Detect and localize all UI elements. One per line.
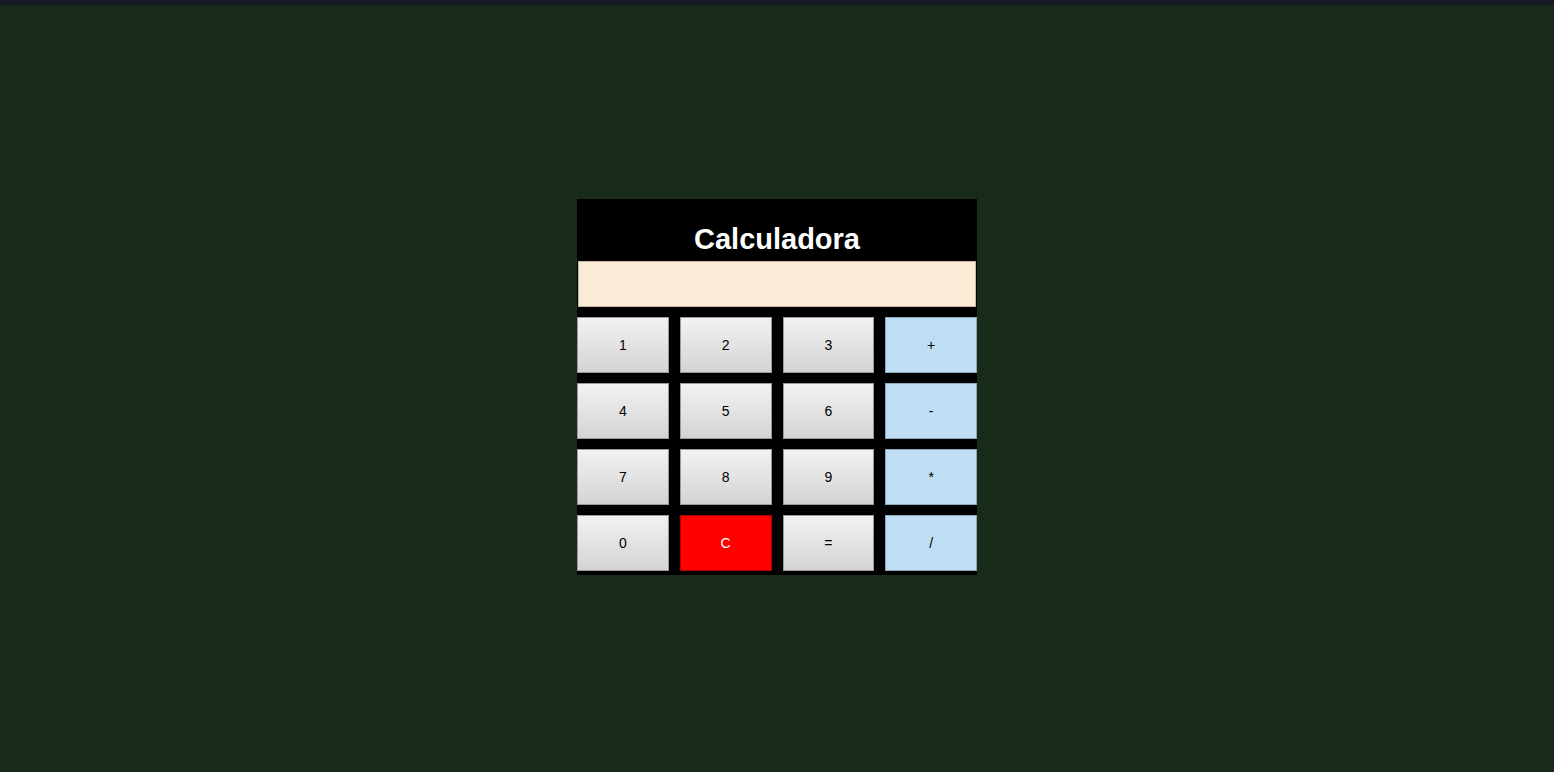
digit-key[interactable]: 4 [577, 383, 669, 439]
digit-key[interactable]: 2 [680, 317, 772, 373]
top-strip [0, 0, 1554, 5]
operator-key[interactable]: * [885, 449, 977, 505]
keypad: 123+456- 789* 0C=/ [577, 307, 977, 571]
calculator-title-bar: Calculadora [577, 199, 977, 261]
operator-key[interactable]: + [885, 317, 977, 373]
calculator-title: Calculadora [694, 221, 860, 257]
operator-key[interactable]: - [885, 383, 977, 439]
digit-key[interactable]: 1 [577, 317, 669, 373]
calculator: Calculadora 123+456- 789* 0C=/ [577, 199, 977, 575]
digit-key[interactable]: 0 [577, 515, 669, 571]
operator-key[interactable]: / [885, 515, 977, 571]
digit-key[interactable]: 8 [680, 449, 772, 505]
equals-key[interactable]: = [783, 515, 875, 571]
clear-key[interactable]: C [680, 515, 772, 571]
digit-key[interactable]: 7 [577, 449, 669, 505]
calculator-display[interactable] [578, 261, 976, 307]
digit-key[interactable]: 6 [783, 383, 875, 439]
chalkboard-background: Calculadora 123+456- 789* 0C=/ [0, 5, 1554, 772]
digit-key[interactable]: 3 [783, 317, 875, 373]
digit-key[interactable]: 9 [783, 449, 875, 505]
digit-key[interactable]: 5 [680, 383, 772, 439]
page: Calculadora 123+456- 789* 0C=/ [0, 0, 1554, 772]
